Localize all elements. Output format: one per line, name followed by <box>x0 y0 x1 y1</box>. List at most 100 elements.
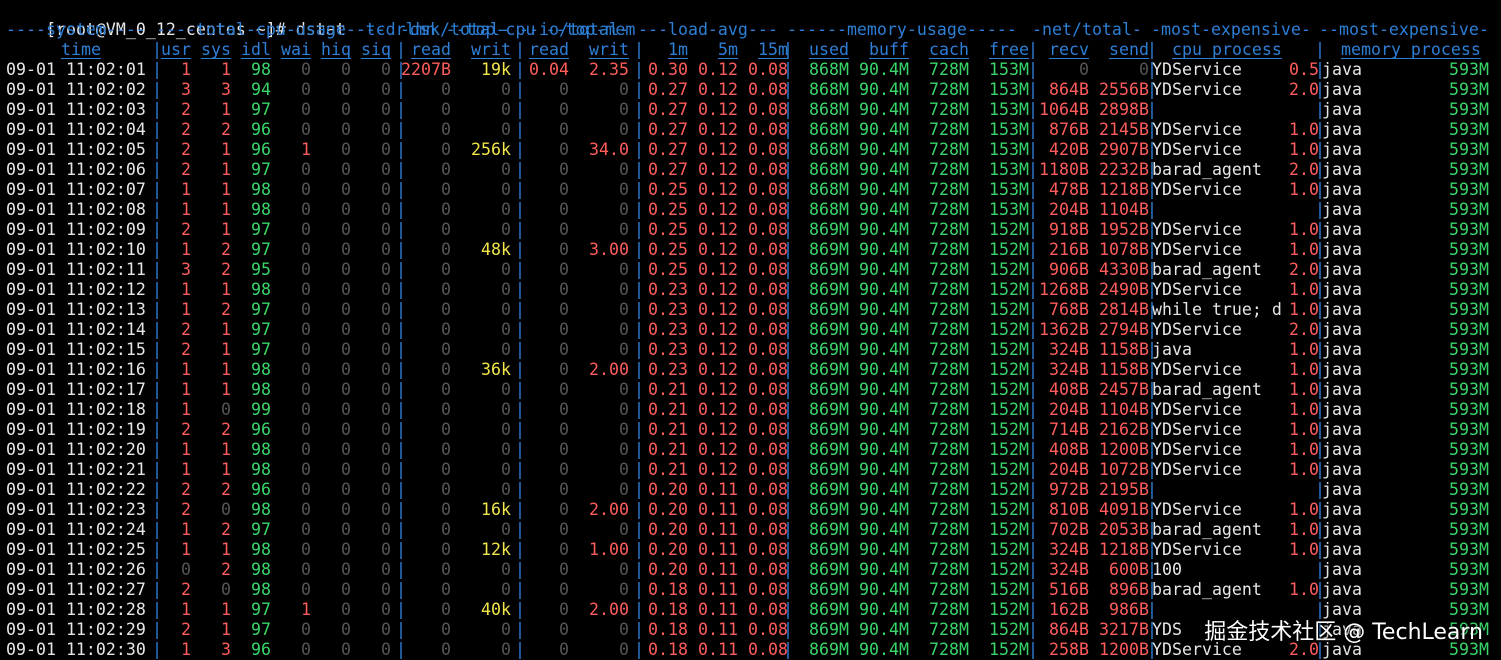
table-cell: 153M <box>989 80 1029 99</box>
table-cell: 1 <box>221 140 231 159</box>
table-cell: 728M <box>929 160 969 179</box>
table-cell: 0.12 <box>698 380 738 399</box>
table-cell: 0 <box>381 580 391 599</box>
table-cell: 0.11 <box>698 520 738 539</box>
table-cell: 153M <box>989 160 1029 179</box>
table-cell: java <box>1322 80 1362 99</box>
column-group-label: --most-expensive- <box>1319 20 1489 39</box>
table-cell: java <box>1322 220 1362 239</box>
table-cell: 0.12 <box>698 220 738 239</box>
table-cell: 2 <box>181 220 191 239</box>
table-cell: java <box>1322 600 1362 619</box>
table-cell: 90.4M <box>859 280 909 299</box>
table-cell: java <box>1322 400 1362 419</box>
table-cell: 09-01 11:02:07 <box>6 180 146 199</box>
table-cell: 1200B <box>1099 640 1149 659</box>
table-cell: java <box>1322 460 1362 479</box>
table-cell: YDService <box>1152 80 1242 99</box>
table-cell: 0.08 <box>748 320 788 339</box>
table-cell: 0 <box>381 220 391 239</box>
column-separator: | <box>515 380 525 399</box>
table-cell: 1 <box>221 280 231 299</box>
table-cell: 0 <box>381 460 391 479</box>
column-separator: | <box>1147 400 1157 419</box>
table-cell: 0.12 <box>698 200 738 219</box>
terminal-window[interactable]: [root@VM_0_12_centos ~]# dstat -tcdrlmn … <box>0 0 1501 659</box>
command-line: [root@VM_0_12_centos ~]# dstat -tcdrlmn … <box>6 0 635 39</box>
table-cell: java <box>1322 540 1362 559</box>
column-label: time <box>61 40 101 59</box>
table-cell: 868M <box>809 100 849 119</box>
table-cell: 97 <box>251 300 271 319</box>
column-separator: | <box>634 640 644 659</box>
table-cell: 0.11 <box>698 580 738 599</box>
table-cell: 96 <box>251 120 271 139</box>
table-cell: 593M <box>1449 440 1489 459</box>
table-cell: 0 <box>341 280 351 299</box>
column-separator: | <box>783 540 793 559</box>
table-cell: 0 <box>619 100 629 119</box>
table-cell: 09-01 11:02:20 <box>6 440 146 459</box>
column-separator: | <box>396 60 406 79</box>
table-cell: 1 <box>221 200 231 219</box>
table-cell: 0 <box>341 480 351 499</box>
table-cell: 0 <box>221 580 231 599</box>
column-separator: | <box>1315 220 1325 239</box>
column-separator: | <box>634 300 644 319</box>
table-cell <box>1152 100 1282 120</box>
table-cell: YDService <box>1152 460 1242 479</box>
table-cell: 0 <box>301 300 311 319</box>
table-cell: 152M <box>989 440 1029 459</box>
column-separator: | <box>783 120 793 139</box>
column-separator: | <box>1147 180 1157 199</box>
table-cell: 0 <box>381 620 391 639</box>
column-separator: | <box>515 460 525 479</box>
table-cell: 0.11 <box>698 560 738 579</box>
table-cell: 0 <box>381 600 391 619</box>
table-cell: 728M <box>929 580 969 599</box>
table-cell: 593M <box>1449 280 1489 299</box>
table-cell: 0.23 <box>648 360 688 379</box>
table-cell: 1064B <box>1039 100 1089 119</box>
table-cell: 152M <box>989 420 1029 439</box>
column-label: buff <box>869 40 909 59</box>
table-cell: 869M <box>809 360 849 379</box>
table-cell: java <box>1322 480 1362 499</box>
table-cell: 593M <box>1449 520 1489 539</box>
table-cell: 2794B <box>1099 320 1149 339</box>
column-separator: | <box>1028 60 1038 79</box>
table-cell: 2 <box>181 160 191 179</box>
table-cell: 0.08 <box>748 600 788 619</box>
table-cell: 98 <box>251 500 271 519</box>
column-separator: | <box>515 620 525 639</box>
column-separator: | <box>1147 140 1157 159</box>
column-separator: | <box>396 120 406 139</box>
table-cell: 09-01 11:02:26 <box>6 560 146 579</box>
column-separator: | <box>152 260 162 279</box>
column-separator: | <box>396 500 406 519</box>
table-cell: 0 <box>619 280 629 299</box>
column-separator: | <box>1315 440 1325 459</box>
table-cell: 728M <box>929 560 969 579</box>
table-cell: 0 <box>501 640 511 659</box>
table-cell: 0.08 <box>748 60 788 79</box>
table-cell: java <box>1322 380 1362 399</box>
table-cell: 0 <box>619 440 629 459</box>
table-cell: 0 <box>381 500 391 519</box>
table-cell: 0 <box>381 180 391 199</box>
table-cell: 1 <box>301 600 311 619</box>
table-cell: 96 <box>251 140 271 159</box>
table-cell: 1.00 <box>589 540 629 559</box>
table-cell: 869M <box>809 580 849 599</box>
table-cell: 869M <box>809 440 849 459</box>
table-cell: 0 <box>619 380 629 399</box>
column-separator: | <box>1315 140 1325 159</box>
table-cell: 152M <box>989 320 1029 339</box>
column-separator: | <box>783 520 793 539</box>
table-cell: 0 <box>301 420 311 439</box>
table-cell: 0 <box>619 460 629 479</box>
column-separator: | <box>515 440 525 459</box>
table-cell: 98 <box>251 460 271 479</box>
table-cell: java <box>1322 320 1362 339</box>
table-cell: java <box>1322 560 1362 579</box>
